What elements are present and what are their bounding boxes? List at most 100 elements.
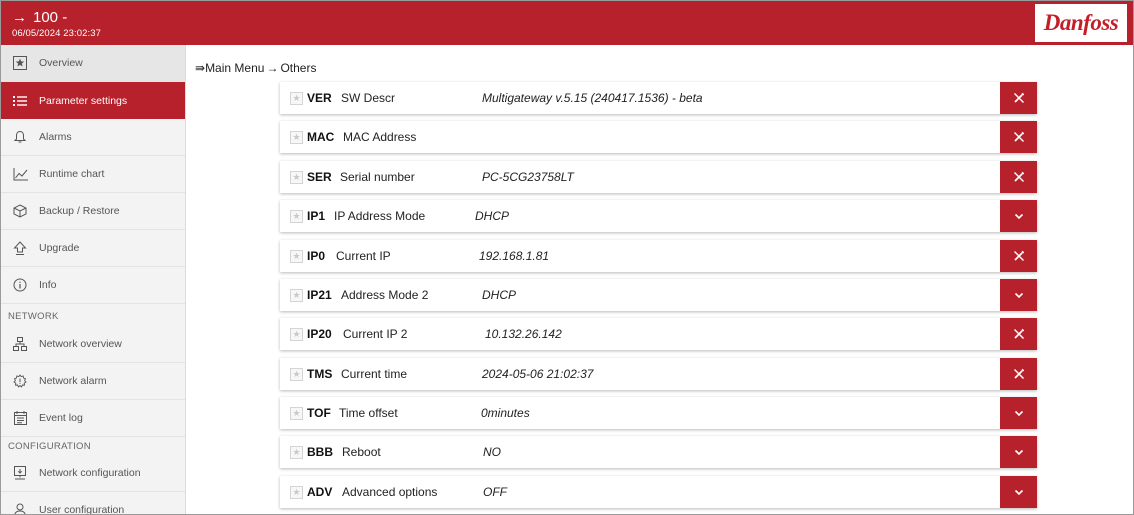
sidebar-item-network-alarm[interactable]: Network alarm	[1, 363, 185, 400]
parameter-name: Current time	[341, 367, 408, 381]
parameter-code: TMS	[307, 367, 333, 381]
dropdown-button[interactable]	[1000, 200, 1037, 232]
parameter-code: IP1	[307, 209, 326, 223]
sidebar-item-label: Event log	[39, 412, 83, 424]
sidebar-item-backup-restore[interactable]: Backup / Restore	[1, 193, 185, 230]
sidebar-item-overview[interactable]: Overview	[1, 45, 185, 82]
sidebar-item-label: Runtime chart	[39, 168, 105, 180]
section-heading-configuration: CONFIGURATION	[8, 441, 91, 452]
network-config-icon	[12, 465, 28, 481]
calendar-log-icon	[12, 410, 28, 426]
sidebar-item-info[interactable]: Info	[1, 267, 185, 304]
parameter-row-bbb: ★ BBB Reboot NO	[280, 436, 1037, 468]
sidebar-item-network-configuration[interactable]: Network configuration	[1, 455, 185, 492]
favorite-star-icon[interactable]: ★	[290, 486, 303, 499]
pencil-off-icon	[1013, 328, 1024, 339]
edit-disabled-button[interactable]	[1000, 240, 1037, 272]
favorite-star-icon[interactable]: ★	[290, 289, 303, 302]
parameter-name: MAC Address	[343, 130, 417, 144]
parameter-name: Advanced options	[342, 485, 438, 499]
parameter-row-tms: ★ TMS Current time 2024-05-06 21:02:37	[280, 358, 1037, 390]
favorite-star-icon[interactable]: ★	[290, 446, 303, 459]
favorite-star-icon[interactable]: ★	[290, 368, 303, 381]
sidebar-item-alarms[interactable]: Alarms	[1, 119, 185, 156]
edit-disabled-button[interactable]	[1000, 121, 1037, 153]
header-timestamp: 06/05/2024 23:02:37	[12, 28, 102, 39]
parameter-value: 192.168.1.81	[479, 249, 550, 263]
sidebar-item-runtime-chart[interactable]: Runtime chart	[1, 156, 185, 193]
parameter-value: 2024-05-06 21:02:37	[482, 367, 594, 381]
parameter-code: IP21	[307, 288, 332, 302]
breadcrumb-separator-icon: →	[266, 61, 279, 75]
breadcrumb-others: Others	[280, 61, 317, 75]
pencil-off-icon	[1013, 92, 1024, 103]
chevron-down-icon	[1014, 449, 1023, 455]
danfoss-logo: Danfoss	[1035, 4, 1127, 42]
parameter-code: IP0	[307, 249, 326, 263]
pencil-off-icon	[1013, 131, 1024, 142]
pencil-off-icon	[1013, 171, 1024, 182]
edit-disabled-button[interactable]	[1000, 318, 1037, 350]
sidebar-item-label: Info	[39, 279, 57, 291]
parameter-row-ver: ★ VER SW Descr Multigateway v.5.15 (2404…	[280, 82, 1037, 114]
breadcrumb-main-menu[interactable]: Main Menu	[205, 61, 264, 75]
parameter-code: TOF	[307, 406, 331, 420]
parameter-name: Current IP 2	[343, 327, 408, 341]
parameter-value: DHCP	[482, 288, 517, 302]
parameter-code: VER	[307, 91, 332, 105]
parameter-value: 0minutes	[481, 406, 530, 420]
sidebar-item-label: Network configuration	[39, 467, 141, 479]
parameter-value: DHCP	[475, 209, 510, 223]
edit-disabled-button[interactable]	[1000, 161, 1037, 193]
sidebar-item-user-configuration[interactable]: User configuration	[1, 492, 185, 515]
favorite-star-icon[interactable]: ★	[290, 250, 303, 263]
pencil-off-icon	[1013, 368, 1024, 379]
parameter-row-adv: ★ ADV Advanced options OFF	[280, 476, 1037, 508]
star-box-icon	[12, 55, 28, 71]
sidebar-item-label: Backup / Restore	[39, 205, 120, 217]
favorite-star-icon[interactable]: ★	[290, 92, 303, 105]
chevron-down-icon	[1014, 213, 1023, 219]
sidebar-item-label: Alarms	[39, 131, 72, 143]
parameter-code: BBB	[307, 445, 333, 459]
parameter-row-ip20: ★ IP20 Current IP 2 10.132.26.142	[280, 318, 1037, 350]
dropdown-button[interactable]	[1000, 436, 1037, 468]
dropdown-button[interactable]	[1000, 279, 1037, 311]
sidebar-item-network-overview[interactable]: Network overview	[1, 326, 185, 363]
sidebar-item-label: Network overview	[39, 338, 122, 350]
favorite-star-icon[interactable]: ★	[290, 131, 303, 144]
device-title: → 100 -	[12, 10, 67, 26]
logo-text: Danfoss	[1043, 10, 1119, 35]
section-heading-network: NETWORK	[8, 311, 59, 322]
info-icon	[12, 277, 28, 293]
favorite-star-icon[interactable]: ★	[290, 328, 303, 341]
bell-icon	[12, 129, 28, 145]
parameter-code: IP20	[307, 327, 332, 341]
upgrade-arrow-icon	[12, 240, 28, 256]
chevron-down-icon	[1014, 489, 1023, 495]
sidebar-item-upgrade[interactable]: Upgrade	[1, 230, 185, 267]
parameter-code: ADV	[307, 485, 333, 499]
sidebar-item-label: User configuration	[39, 504, 125, 515]
sidebar-item-parameter-settings[interactable]: Parameter settings	[1, 82, 185, 119]
parameter-name: Time offset	[339, 406, 398, 420]
dropdown-button[interactable]	[1000, 476, 1037, 508]
favorite-star-icon[interactable]: ★	[290, 210, 303, 223]
sidebar: Overview Parameter settings Alarms Runti…	[1, 45, 186, 515]
parameter-name: Serial number	[340, 170, 415, 184]
parameter-row-mac: ★ MAC MAC Address	[280, 121, 1037, 153]
favorite-star-icon[interactable]: ★	[290, 407, 303, 420]
edit-disabled-button[interactable]	[1000, 82, 1037, 114]
parameter-row-ser: ★ SER Serial number PC-5CG23758LT	[280, 161, 1037, 193]
parameter-code: SER	[307, 170, 332, 184]
network-alarm-icon	[12, 373, 28, 389]
favorite-star-icon[interactable]: ★	[290, 171, 303, 184]
chevron-down-icon	[1014, 292, 1023, 298]
parameter-row-tof: ★ TOF Time offset 0minutes	[280, 397, 1037, 429]
dropdown-button[interactable]	[1000, 397, 1037, 429]
edit-disabled-button[interactable]	[1000, 358, 1037, 390]
parameter-row-ip21: ★ IP21 Address Mode 2 DHCP	[280, 279, 1037, 311]
parameter-value: OFF	[483, 485, 507, 499]
line-chart-icon	[12, 166, 28, 182]
sidebar-item-event-log[interactable]: Event log	[1, 400, 185, 437]
